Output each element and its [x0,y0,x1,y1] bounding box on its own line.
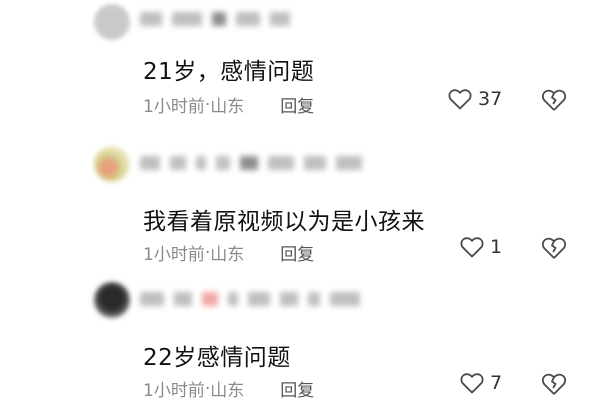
broken-heart-icon[interactable] [541,236,567,262]
avatar[interactable] [94,146,130,182]
comment-item: 我看着原视频以为是小孩来 1小时前 · 山东 回复 1 [0,136,600,272]
heart-outline-icon [448,88,472,110]
comment-meta: 1小时前 · 山东 回复 [143,240,314,266]
avatar[interactable] [94,282,130,318]
comment-location: 山东 [210,97,245,117]
username-blurred[interactable] [140,10,290,28]
comment-item: 22岁感情问题 1小时前 · 山东 回复 7 [0,272,600,408]
like-button[interactable]: 37 [448,88,502,110]
comment-text: 我看着原视频以为是小孩来 [143,209,425,235]
username-blurred[interactable] [140,290,360,308]
reply-button[interactable]: 回复 [280,92,314,117]
like-count: 1 [490,236,503,258]
comment-time: 1小时前 [143,97,205,117]
like-button[interactable]: 1 [460,236,502,258]
comment-location: 山东 [210,381,245,401]
like-button[interactable]: 7 [460,372,502,394]
like-count: 37 [478,88,503,110]
comment-time: 1小时前 [143,381,205,401]
username-blurred[interactable] [140,154,362,172]
heart-outline-icon [460,236,484,258]
comment-meta: 1小时前 · 山东 回复 [143,92,314,118]
broken-heart-icon[interactable] [541,372,567,398]
comment-meta: 1小时前 · 山东 回复 [143,376,314,402]
reply-button[interactable]: 回复 [280,376,314,401]
avatar[interactable] [94,4,130,40]
comment-location: 山东 [210,245,245,265]
like-count: 7 [490,372,503,394]
reply-button[interactable]: 回复 [280,240,314,265]
comment-text: 22岁感情问题 [143,345,291,371]
comment-text: 21岁，感情问题 [143,59,315,85]
broken-heart-icon[interactable] [541,88,567,114]
heart-outline-icon [460,372,484,394]
comment-item: 21岁，感情问题 1小时前 · 山东 回复 37 [0,0,600,136]
comment-time: 1小时前 [143,245,205,265]
